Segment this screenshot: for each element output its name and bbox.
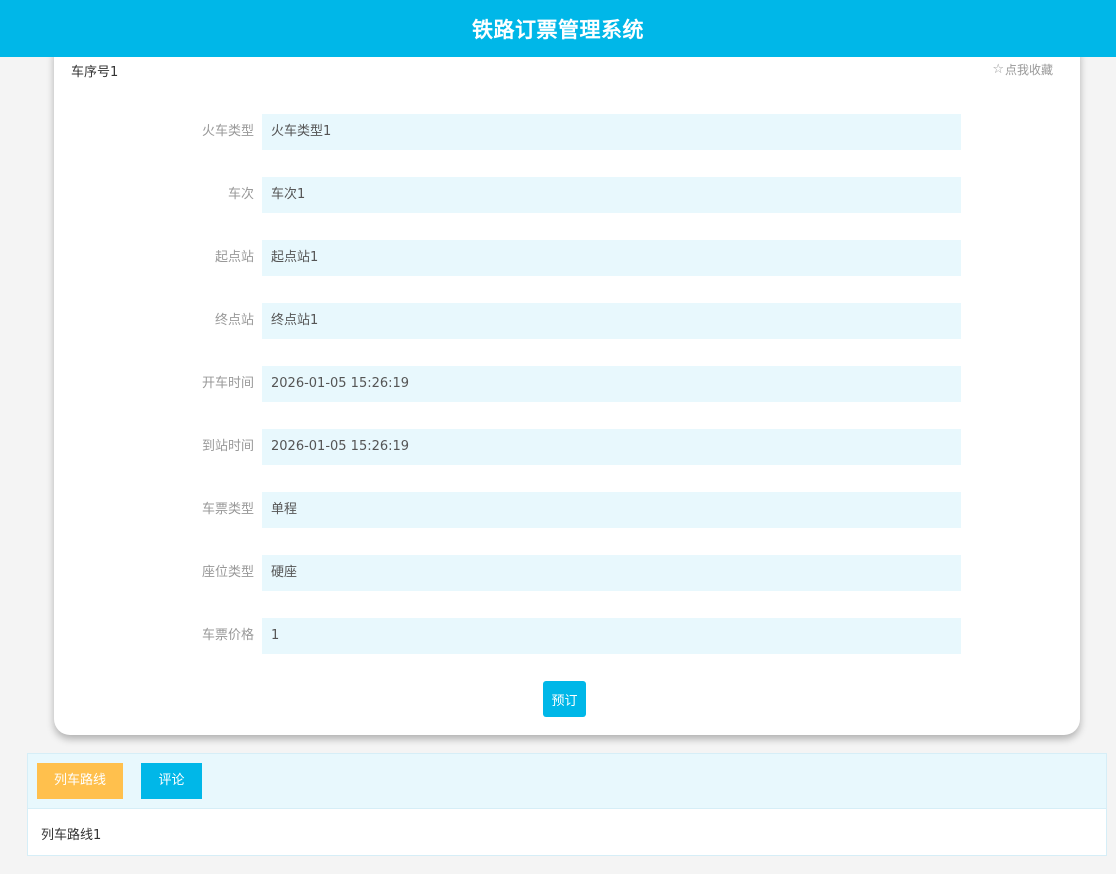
field-label: 座位类型 (201, 565, 254, 580)
favorite-label: 点我收藏 (1004, 63, 1053, 77)
field-label: 火车类型 (201, 124, 254, 139)
favorite-button[interactable]: ☆ 点我收藏 (992, 61, 1053, 78)
tab-comments[interactable]: 评论 (141, 763, 202, 799)
star-outline-icon: ☆ (992, 62, 1004, 77)
tab-train-route[interactable]: 列车路线 (37, 763, 123, 799)
field-label: 终点站 (214, 313, 254, 328)
field-value: 1 (262, 618, 961, 654)
field-value: 起点站1 (262, 240, 961, 276)
field-arrive-time: 到站时间 2026-01-05 15:26:19 (54, 429, 1080, 465)
field-label: 开车时间 (201, 376, 254, 391)
book-button[interactable]: 预订 (543, 681, 586, 717)
app-title: 铁路订票管理系统 (472, 17, 644, 42)
field-depart-time: 开车时间 2026-01-05 15:26:19 (54, 366, 1080, 402)
ticket-detail-card: 车序号1 ☆ 点我收藏 火车类型 火车类型1 车次 车次1 起点站 起点站1 终… (54, 40, 1080, 735)
field-value: 硬座 (262, 555, 961, 591)
field-value: 2026-01-05 15:26:19 (262, 366, 961, 402)
field-label: 车次 (227, 187, 254, 202)
field-ticket-type: 车票类型 单程 (54, 492, 1080, 528)
field-value: 终点站1 (262, 303, 961, 339)
tabs-panel: 列车路线 评论 列车路线1 (27, 753, 1107, 856)
field-value: 车次1 (262, 177, 961, 213)
field-ticket-price: 车票价格 1 (54, 618, 1080, 654)
field-label: 起点站 (214, 250, 254, 265)
tab-content: 列车路线1 (41, 828, 102, 843)
field-start-station: 起点站 起点站1 (54, 240, 1080, 276)
field-value: 单程 (262, 492, 961, 528)
field-seat-type: 座位类型 硬座 (54, 555, 1080, 591)
tabs-bar: 列车路线 评论 (28, 754, 1106, 809)
field-label: 到站时间 (201, 439, 254, 454)
field-value: 2026-01-05 15:26:19 (262, 429, 961, 465)
field-label: 车票价格 (201, 628, 254, 643)
field-label: 车票类型 (201, 502, 254, 517)
top-bar: 铁路订票管理系统 (0, 0, 1116, 57)
train-seq-number: 车序号1 (71, 65, 119, 80)
field-train-number: 车次 车次1 (54, 177, 1080, 213)
field-end-station: 终点站 终点站1 (54, 303, 1080, 339)
field-value: 火车类型1 (262, 114, 961, 150)
field-train-type: 火车类型 火车类型1 (54, 114, 1080, 150)
